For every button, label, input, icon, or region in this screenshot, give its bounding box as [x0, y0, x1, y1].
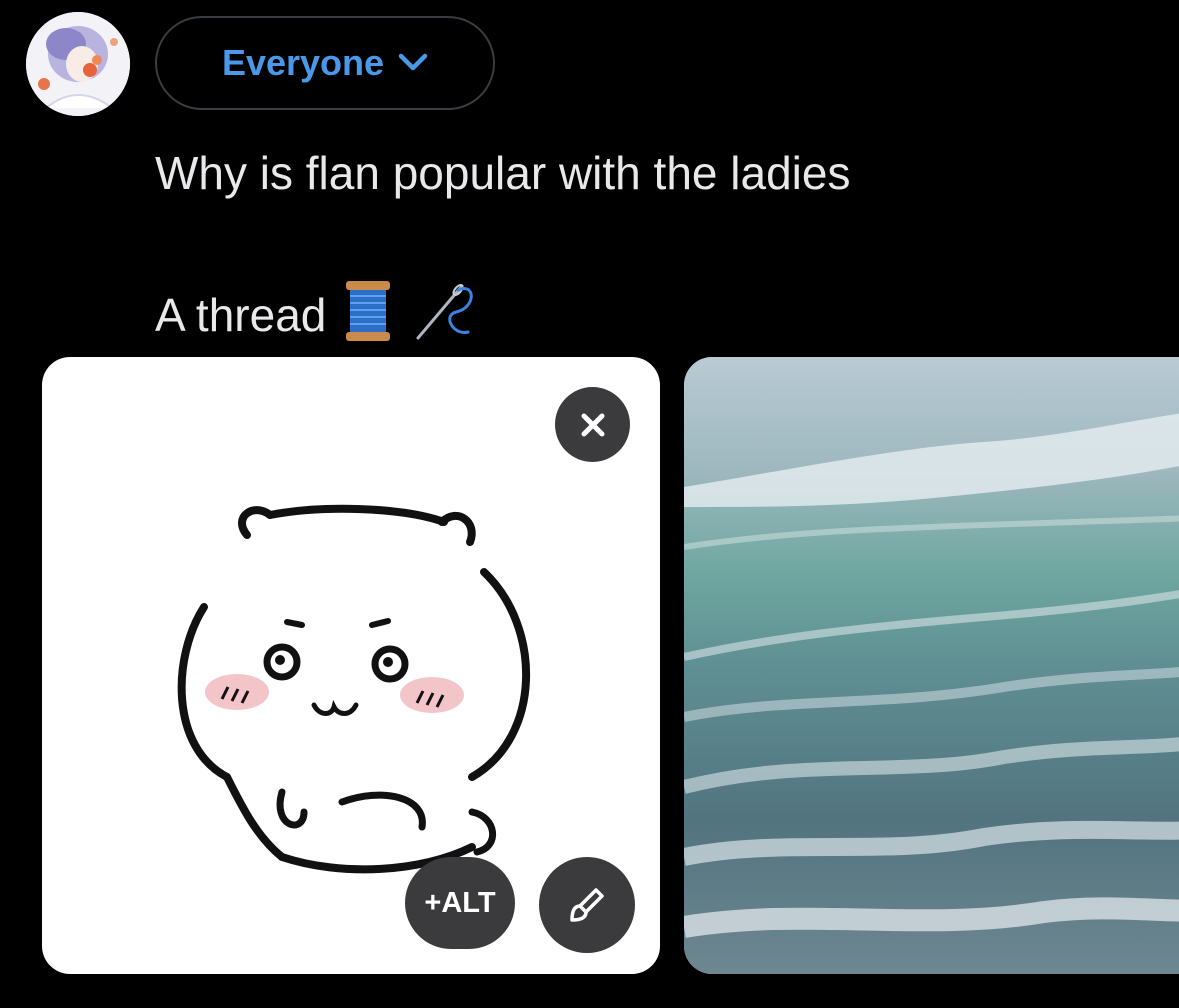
needle-emoji	[410, 278, 476, 351]
compose-screen: Everyone Why is flan popular with the la…	[0, 0, 1179, 1008]
media-attachment-2[interactable]	[684, 357, 1179, 974]
chevron-down-icon	[398, 53, 428, 73]
remove-media-button[interactable]	[555, 387, 630, 462]
brush-icon	[570, 888, 604, 922]
audience-selector-button[interactable]: Everyone	[155, 16, 495, 110]
media-attachment-1[interactable]: +ALT	[42, 357, 660, 974]
ocean-waves-photo	[684, 357, 1179, 974]
edit-media-button[interactable]	[539, 857, 635, 953]
add-alt-text-button[interactable]: +ALT	[405, 857, 515, 949]
post-text-line-1[interactable]: Why is flan popular with the ladies	[155, 150, 850, 196]
avatar-image	[26, 12, 130, 116]
avatar[interactable]	[26, 12, 130, 116]
audience-label: Everyone	[221, 42, 385, 83]
close-icon	[581, 413, 604, 436]
post-text-thread: A thread	[155, 288, 327, 341]
spool-of-thread-emoji	[344, 279, 392, 350]
post-text-line-2[interactable]: A thread	[155, 278, 476, 351]
